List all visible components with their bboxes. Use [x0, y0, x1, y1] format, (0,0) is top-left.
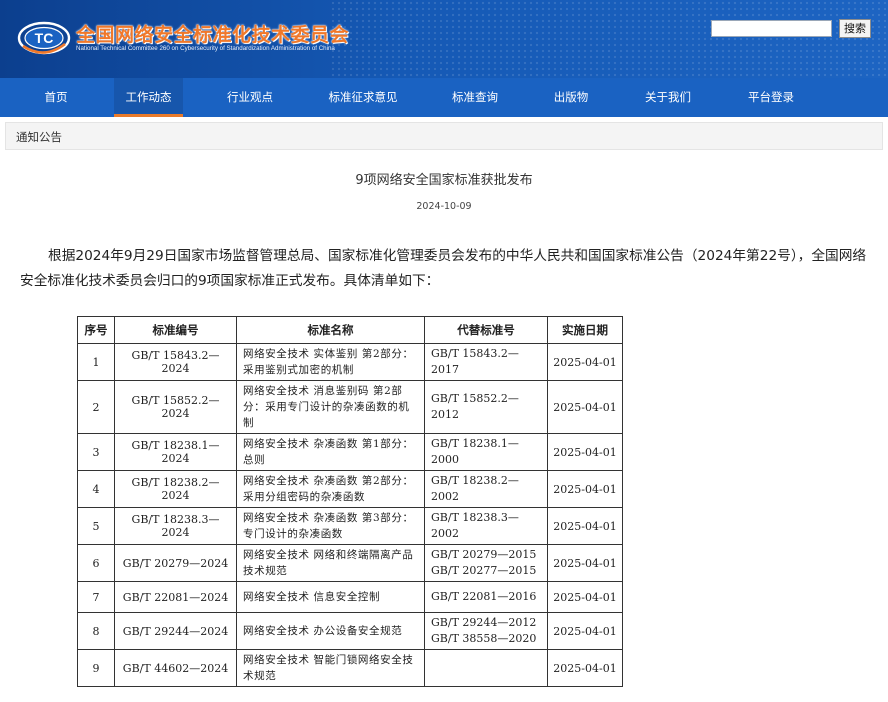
- row-replaces: GB/T 22081—2016: [424, 581, 548, 613]
- row-replaces: GB/T 15852.2—2012: [424, 380, 548, 434]
- table-row: 9 GB/T 44602—2024 网络安全技术 智能门锁网络安全技术规范 20…: [77, 649, 623, 687]
- row-no: 5: [77, 507, 115, 545]
- nav-item-home[interactable]: 首页: [4, 78, 108, 117]
- nav-item-about-us[interactable]: 关于我们: [628, 78, 708, 117]
- main-nav: 首页 工作动态 行业观点 标准征求意见 标准查询 出版物 关于我们 平台登录: [0, 78, 888, 117]
- header-pattern: [330, 0, 888, 78]
- breadcrumb: 通知公告: [5, 122, 883, 150]
- row-no: 6: [77, 544, 115, 582]
- row-replaces: GB/T 18238.3—2002: [424, 507, 548, 545]
- header-name: 标准名称: [236, 316, 425, 344]
- nav-item-standards-search[interactable]: 标准查询: [434, 78, 516, 117]
- article-date: 2024-10-09: [416, 201, 472, 212]
- row-date: 2025-04-01: [547, 544, 623, 582]
- row-date: 2025-04-01: [547, 612, 623, 650]
- row-no: 3: [77, 433, 115, 471]
- replaced-code: GB/T 15852.2—2012: [431, 392, 519, 421]
- table-header-row: 序号 标准编号 标准名称 代替标准号 实施日期: [77, 316, 623, 344]
- replaced-code: GB/T 29244—2012: [431, 616, 537, 629]
- logo-text: TC: [35, 30, 54, 46]
- row-code: GB/T 44602—2024: [114, 649, 237, 687]
- table-row: 4 GB/T 18238.2—2024 网络安全技术 杂凑函数 第2部分：采用分…: [77, 470, 623, 508]
- site-subtitle: National Technical Committee 260 on Cybe…: [76, 45, 335, 52]
- site-title[interactable]: 全国网络安全标准化技术委员会: [76, 20, 349, 47]
- site-header: TC 全国网络安全标准化技术委员会 National Technical Com…: [0, 0, 888, 78]
- row-replaces: GB/T 20279—2015 GB/T 20277—2015: [424, 544, 548, 582]
- row-no: 4: [77, 470, 115, 508]
- header-date: 实施日期: [547, 316, 623, 344]
- row-date: 2025-04-01: [547, 649, 623, 687]
- row-name: 网络安全技术 办公设备安全规范: [236, 612, 425, 650]
- row-replaces: GB/T 18238.2—2002: [424, 470, 548, 508]
- row-name: 网络安全技术 实体鉴别 第2部分：采用鉴别式加密的机制: [236, 343, 425, 381]
- row-name: 网络安全技术 杂凑函数 第2部分：采用分组密码的杂凑函数: [236, 470, 425, 508]
- nav-item-publications[interactable]: 出版物: [540, 78, 602, 117]
- replaced-code: GB/T 20277—2015: [431, 564, 537, 577]
- breadcrumb-current[interactable]: 通知公告: [16, 129, 62, 145]
- standards-table: 序号 标准编号 标准名称 代替标准号 实施日期 1 GB/T 15843.2—2…: [77, 316, 623, 687]
- row-name: 网络安全技术 智能门锁网络安全技术规范: [236, 649, 425, 687]
- row-code: GB/T 22081—2024: [114, 581, 237, 613]
- table-row: 2 GB/T 15852.2—2024 网络安全技术 消息鉴别码 第2部分：采用…: [77, 380, 623, 434]
- row-code: GB/T 20279—2024: [114, 544, 237, 582]
- row-code: GB/T 15852.2—2024: [114, 380, 237, 434]
- row-no: 2: [77, 380, 115, 434]
- row-date: 2025-04-01: [547, 343, 623, 381]
- row-code: GB/T 29244—2024: [114, 612, 237, 650]
- row-date: 2025-04-01: [547, 470, 623, 508]
- search-button[interactable]: 搜索: [839, 19, 871, 38]
- header-replaces: 代替标准号: [424, 316, 548, 344]
- row-name: 网络安全技术 信息安全控制: [236, 581, 425, 613]
- table-row: 3 GB/T 18238.1—2024 网络安全技术 杂凑函数 第1部分：总则 …: [77, 433, 623, 471]
- row-no: 1: [77, 343, 115, 381]
- row-replaces: GB/T 18238.1—2000: [424, 433, 548, 471]
- replaced-code: GB/T 18238.2—2002: [431, 474, 519, 503]
- row-name: 网络安全技术 杂凑函数 第1部分：总则: [236, 433, 425, 471]
- replaced-code: GB/T 18238.1—2000: [431, 437, 519, 466]
- replaced-code: GB/T 18238.3—2002: [431, 511, 519, 540]
- row-code: GB/T 18238.3—2024: [114, 507, 237, 545]
- header-code: 标准编号: [114, 316, 237, 344]
- table-row: 7 GB/T 22081—2024 网络安全技术 信息安全控制 GB/T 220…: [77, 581, 623, 613]
- row-no: 7: [77, 581, 115, 613]
- nav-item-platform-login[interactable]: 平台登录: [731, 78, 811, 117]
- row-date: 2025-04-01: [547, 507, 623, 545]
- replaced-code: GB/T 38558—2020: [431, 632, 537, 645]
- row-name: 网络安全技术 消息鉴别码 第2部分：采用专门设计的杂凑函数的机制: [236, 380, 425, 434]
- row-no: 9: [77, 649, 115, 687]
- row-date: 2025-04-01: [547, 380, 623, 434]
- row-replaces: [424, 649, 548, 687]
- row-replaces: GB/T 15843.2—2017: [424, 343, 548, 381]
- nav-item-industry-views[interactable]: 行业观点: [210, 78, 290, 117]
- table-row: 6 GB/T 20279—2024 网络安全技术 网络和终端隔离产品技术规范 G…: [77, 544, 623, 582]
- replaced-code: GB/T 20279—2015: [431, 548, 537, 561]
- table-row: 8 GB/T 29244—2024 网络安全技术 办公设备安全规范 GB/T 2…: [77, 612, 623, 650]
- row-name: 网络安全技术 网络和终端隔离产品技术规范: [236, 544, 425, 582]
- row-date: 2025-04-01: [547, 581, 623, 613]
- row-code: GB/T 18238.2—2024: [114, 470, 237, 508]
- tc-logo-icon[interactable]: TC: [17, 20, 71, 56]
- row-name: 网络安全技术 杂凑函数 第3部分：专门设计的杂凑函数: [236, 507, 425, 545]
- nav-item-work-news[interactable]: 工作动态: [114, 78, 183, 117]
- replaced-code: GB/T 15843.2—2017: [431, 347, 519, 376]
- table-row: 5 GB/T 18238.3—2024 网络安全技术 杂凑函数 第3部分：专门设…: [77, 507, 623, 545]
- row-no: 8: [77, 612, 115, 650]
- replaced-code: GB/T 22081—2016: [431, 590, 537, 603]
- table-row: 1 GB/T 15843.2—2024 网络安全技术 实体鉴别 第2部分：采用鉴…: [77, 343, 623, 381]
- article-title: 9项网络安全国家标准获批发布: [355, 173, 533, 188]
- row-code: GB/T 18238.1—2024: [114, 433, 237, 471]
- nav-item-standards-comment[interactable]: 标准征求意见: [315, 78, 411, 117]
- row-replaces: GB/T 29244—2012 GB/T 38558—2020: [424, 612, 548, 650]
- article-intro: 根据2024年9月29日国家市场监督管理总局、国家标准化管理委员会发布的中华人民…: [20, 248, 867, 289]
- row-code: GB/T 15843.2—2024: [114, 343, 237, 381]
- row-date: 2025-04-01: [547, 433, 623, 471]
- search-input[interactable]: [711, 20, 832, 37]
- header-no: 序号: [77, 316, 115, 344]
